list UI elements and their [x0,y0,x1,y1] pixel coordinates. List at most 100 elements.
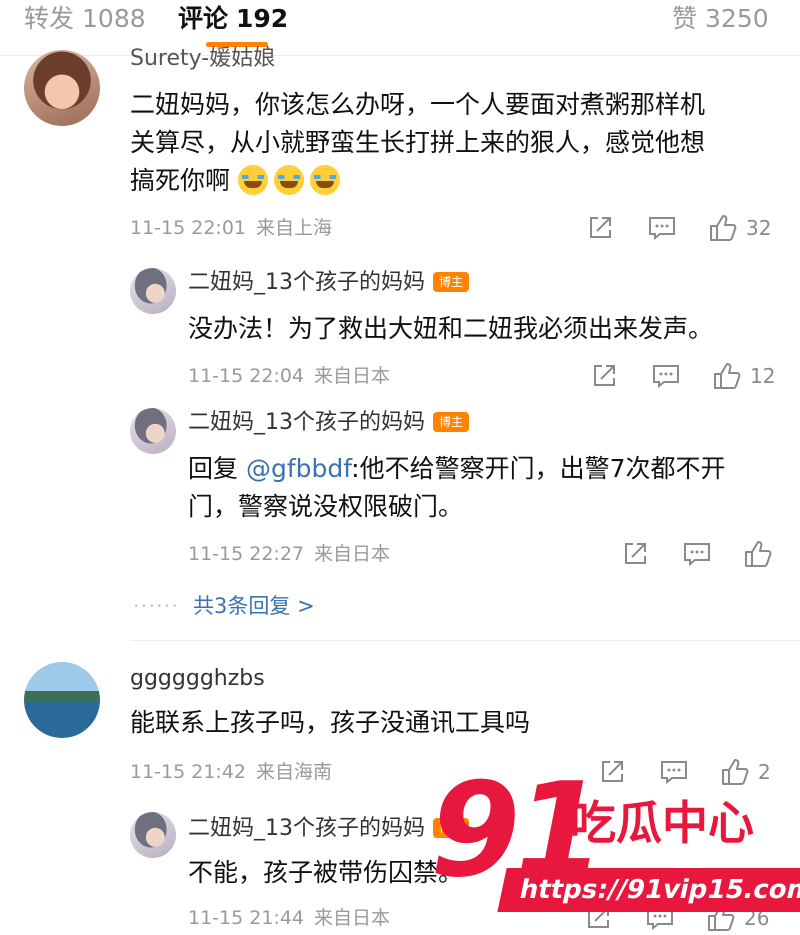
author-badge: 博主 [433,412,470,432]
reply-text: 回复 @gfbbdf:他不给警察开门，出警7次都不开 门，警察说没权限破门。 [188,450,726,526]
more-replies-dots: ······ [133,594,180,618]
comment-username[interactable]: gggggghzbs [130,666,265,692]
crying-face-emoji-icon [274,165,305,195]
comment-text-line: 能联系上孩子吗，孩子没通讯工具吗 [130,708,531,737]
comment-icon [653,365,679,389]
reply-username[interactable]: 二妞妈_13个孩子的妈妈 博主 [188,410,470,436]
reply-time: 11-15 22:04 [188,365,305,387]
comment-text-fragment: 搞死你啊 [130,166,231,195]
reply-button[interactable] [659,757,689,787]
crying-face-emoji-icon [310,165,341,195]
more-replies-label: 共3条回复 > [193,594,315,618]
comment-username[interactable]: Surety-媛姑娘 [130,46,275,72]
like-count: 32 [746,216,772,240]
like-button[interactable]: 26 [706,903,769,933]
reply-username-text: 二妞妈_13个孩子的妈妈 [188,270,425,295]
comment-time: 11-15 21:42 [130,761,247,783]
reply-username-text: 二妞妈_13个孩子的妈妈 [188,410,425,435]
share-button[interactable] [598,757,626,787]
tab-count: 3250 [705,4,769,33]
comment-icon [661,761,687,785]
reply-text: 没办法！为了救出大妞和二妞我必须出来发声。 [188,310,713,348]
comment-location: 来自上海 [256,217,333,239]
watermark-brand: 吃瓜中心 [570,796,754,850]
thumbs-up-icon [745,541,772,567]
reply-text-line: 门，警察说没权限破门。 [188,492,464,521]
share-button[interactable] [590,361,618,391]
author-badge: 博主 [433,272,470,292]
mention-link[interactable]: @gfbbdf [246,454,351,483]
reply-button[interactable] [682,539,712,569]
thumbs-up-icon [722,759,749,785]
reply-meta: 11-15 22:04 来自日本 [188,364,390,388]
reply-button[interactable] [647,213,677,243]
comment-location: 来自海南 [256,761,333,783]
tab-label: 评论 [178,4,229,33]
like-button[interactable]: 12 [712,361,775,391]
comment-text-line: 二妞妈妈，你该怎么办呀，一个人要面对煮粥那样机 [130,90,706,119]
avatar[interactable] [24,50,100,126]
reply-time: 11-15 21:44 [188,907,305,929]
reply-location: 来自日本 [314,907,391,929]
comment-text-line: 搞死你啊 [130,162,705,200]
avatar[interactable] [130,812,176,858]
reply-text-fragment: :他不给警察开门，出警7次都不开 [351,454,726,483]
reply-username[interactable]: 二妞妈_13个孩子的妈妈 博主 [188,816,470,842]
comment-icon [647,907,673,931]
reply-meta: 11-15 21:44 来自日本 [188,906,390,930]
reply-location: 来自日本 [314,365,391,387]
crying-face-emoji-icon [238,165,269,195]
reply-username-text: 二妞妈_13个孩子的妈妈 [188,816,425,841]
like-button[interactable]: 32 [708,213,771,243]
tab-count: 192 [236,4,289,33]
comment-text: 能联系上孩子吗，孩子没通讯工具吗 [130,704,530,742]
tab-reposts[interactable]: 转发 1088 [24,4,146,34]
reply-text-line: 没办法！为了救出大妞和二妞我必须出来发声。 [188,314,714,343]
reply-time: 11-15 22:27 [188,543,305,565]
share-button[interactable] [584,903,612,933]
reply-prefix: 回复 [188,454,246,483]
more-replies-link[interactable]: ······ 共3条回复 > [133,592,315,620]
tab-label: 赞 [672,4,698,33]
comment-tab-bar: 转发 1088 评论 192 赞 3250 [0,0,800,56]
tab-label: 转发 [24,4,75,33]
tab-count: 1088 [82,4,146,33]
comment-icon [684,543,710,567]
avatar[interactable] [130,408,176,454]
share-icon [594,365,615,386]
avatar[interactable] [130,268,176,314]
comment-icon [649,217,675,241]
author-badge: 博主 [433,818,470,838]
reply-text-line: 不能，孩子被带伤囚禁。 [188,858,464,887]
comment-divider [130,640,800,641]
reply-meta: 11-15 22:27 来自日本 [188,542,390,566]
reply-text: 不能，孩子被带伤囚禁。 [188,854,463,892]
reply-text-line: 回复 @gfbbdf:他不给警察开门，出警7次都不开 [188,450,726,488]
share-button[interactable] [621,539,649,569]
comment-time: 11-15 22:01 [130,217,247,239]
thumbs-up-icon [714,363,741,389]
share-icon [590,217,611,238]
comment-meta: 11-15 21:42 来自海南 [130,760,332,784]
like-count: 26 [744,906,770,930]
tab-comments[interactable]: 评论 192 [178,4,288,34]
reply-button[interactable] [645,903,675,933]
avatar[interactable] [24,662,100,738]
thumbs-up-icon [708,905,735,931]
comment-text-line: 关算尽，从小就野蛮生长打拼上来的狠人，感觉他想 [130,128,706,157]
share-icon [588,907,609,928]
share-icon [602,761,623,782]
like-count: 12 [750,364,776,388]
share-icon [625,543,646,564]
reply-username[interactable]: 二妞妈_13个孩子的妈妈 博主 [188,270,470,296]
like-button[interactable] [743,539,781,569]
like-count: 2 [758,760,771,784]
share-button[interactable] [586,213,614,243]
reply-location: 来自日本 [314,543,391,565]
comment-text: 二妞妈妈，你该怎么办呀，一个人要面对煮粥那样机 关算尽，从小就野蛮生长打拼上来的… [130,86,705,200]
reply-button[interactable] [651,361,681,391]
thumbs-up-icon [710,215,737,241]
tab-likes[interactable]: 赞 3250 [672,4,769,34]
like-button[interactable]: 2 [720,757,771,787]
comment-meta: 11-15 22:01 来自上海 [130,216,332,240]
